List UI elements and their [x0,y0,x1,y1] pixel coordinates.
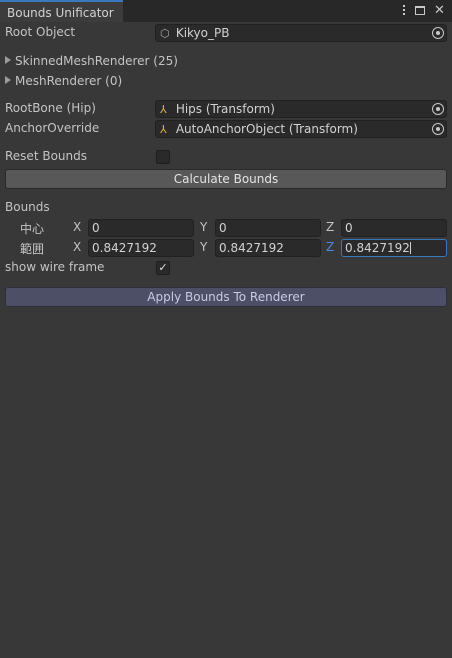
extent-x-axis-label[interactable]: X [73,240,81,254]
foldout-label: MeshRenderer (0) [15,74,123,88]
extent-z-field[interactable]: 0.8427192 [341,239,447,257]
object-picker-icon[interactable] [432,123,444,135]
foldout-mesh-renderer[interactable]: MeshRenderer (0) [5,74,122,88]
center-z-axis-label[interactable]: Z [326,220,334,234]
reset-bounds-checkbox[interactable] [156,150,170,164]
extent-y-field[interactable]: 0.8427192 [215,239,321,257]
window-tab-bar: Bounds Unificator ✕ [0,0,452,22]
foldout-arrow-icon [5,56,11,64]
root-bone-label: RootBone (Hip) [5,101,96,115]
extent-z-axis-label[interactable]: Z [326,240,334,254]
checkmark-icon: ✓ [158,261,168,274]
reset-bounds-label: Reset Bounds [5,149,87,163]
center-y-field[interactable]: 0 [215,219,321,237]
extent-z-value: 0.8427192 [345,241,410,255]
root-object-value: Kikyo_PB [175,26,230,40]
empty-panel-area [0,340,452,658]
transform-axes-icon: ⅄ [160,103,167,116]
center-label: 中心 [20,222,45,236]
close-icon[interactable]: ✕ [434,4,445,17]
object-picker-icon[interactable] [432,103,444,115]
foldout-skinned-mesh-renderer[interactable]: SkinnedMeshRenderer (25) [5,54,178,68]
center-x-axis-label[interactable]: X [73,220,81,234]
calculate-bounds-button[interactable]: Calculate Bounds [5,169,447,189]
foldout-label: SkinnedMeshRenderer (25) [15,54,178,68]
maximize-icon[interactable] [415,6,425,15]
window-controls: ✕ [402,4,445,17]
extent-x-field[interactable]: 0.8427192 [88,239,194,257]
bounds-label: Bounds [5,200,50,214]
root-bone-field[interactable]: ⅄ Hips (Transform) [155,100,447,118]
apply-bounds-button[interactable]: Apply Bounds To Renderer [5,287,447,307]
extent-y-axis-label[interactable]: Y [200,240,207,254]
root-object-label: Root Object [5,25,76,39]
anchor-override-value: AutoAnchorObject (Transform) [175,122,358,136]
object-picker-icon[interactable] [432,27,444,39]
center-x-field[interactable]: 0 [88,219,194,237]
text-caret [409,242,411,254]
root-object-field[interactable]: ⬡ Kikyo_PB [155,24,447,42]
anchor-override-field[interactable]: ⅄ AutoAnchorObject (Transform) [155,120,447,138]
kebab-menu-icon[interactable] [402,4,406,16]
transform-axes-icon: ⅄ [160,123,167,136]
center-y-axis-label[interactable]: Y [200,220,207,234]
gameobject-cube-icon: ⬡ [160,27,170,40]
root-bone-value: Hips (Transform) [175,102,275,116]
foldout-arrow-icon [5,76,11,84]
anchor-override-label: AnchorOverride [5,121,100,135]
tab-bounds-unificator[interactable]: Bounds Unificator [0,0,123,22]
extent-label: 範囲 [20,242,45,256]
show-wire-frame-label: show wire frame [5,260,105,274]
show-wire-frame-checkbox[interactable]: ✓ [156,261,170,275]
center-z-field[interactable]: 0 [341,219,447,237]
